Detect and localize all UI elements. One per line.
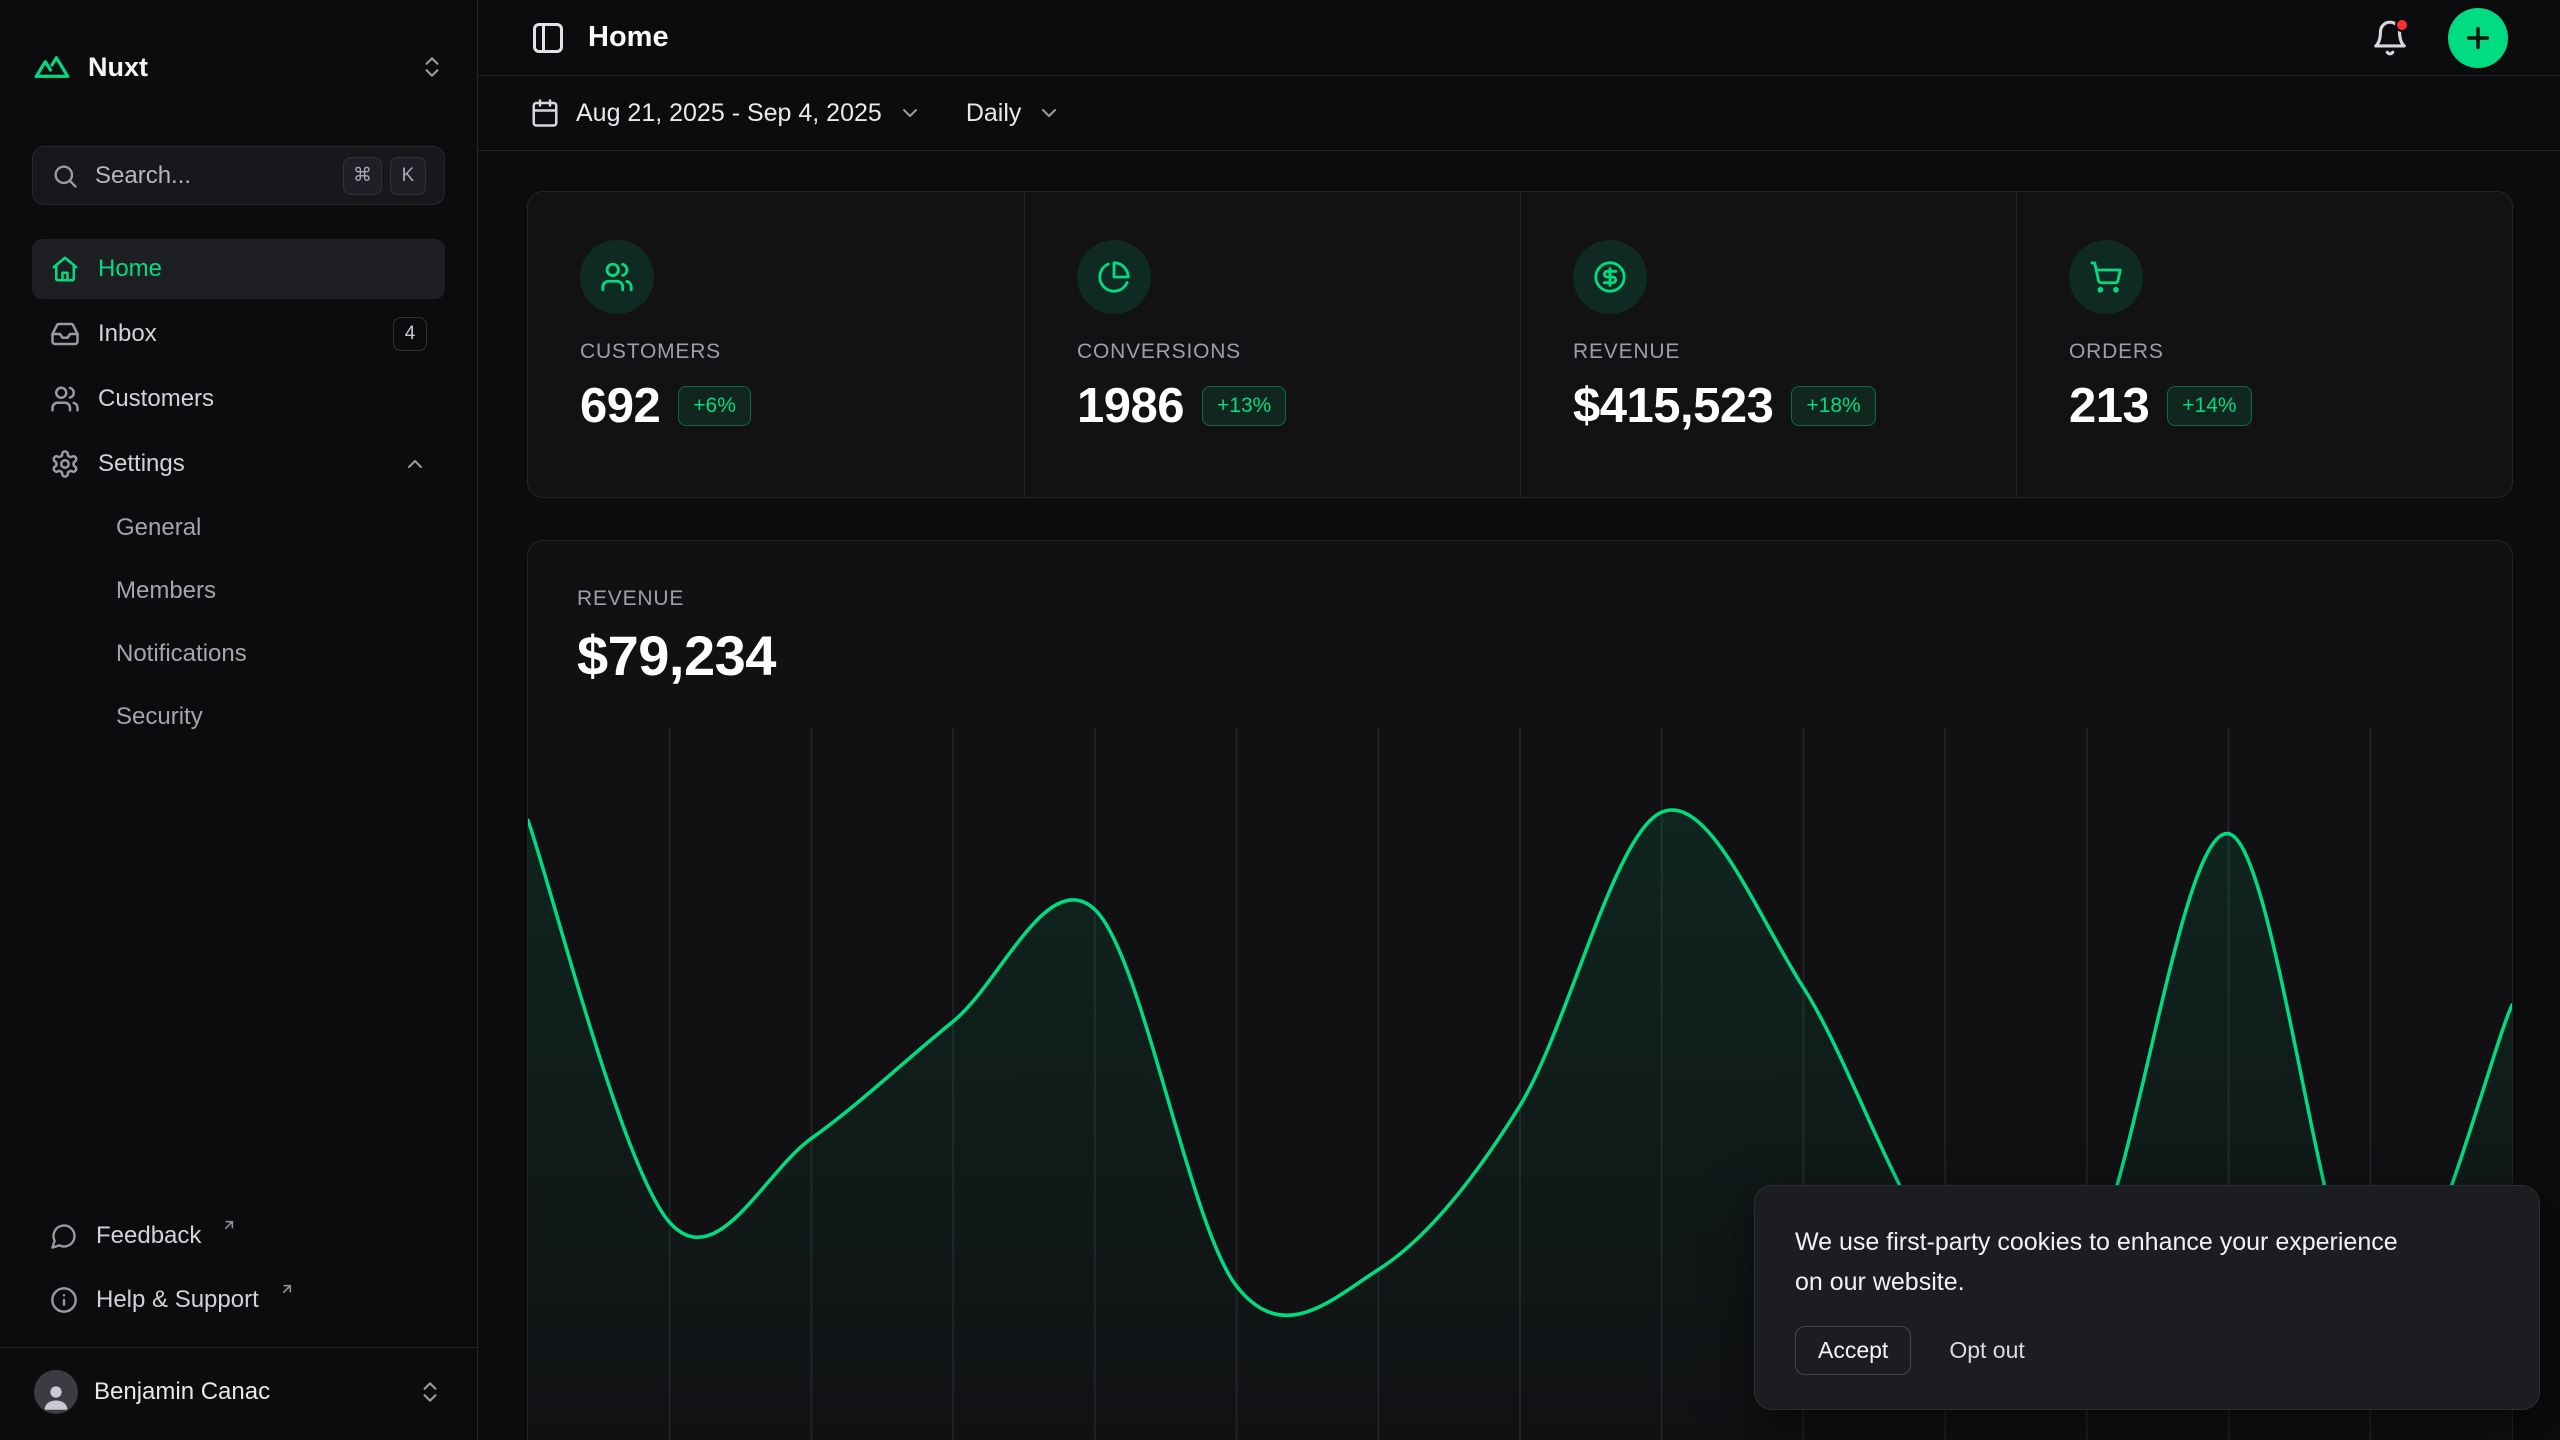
brand-name: Nuxt	[88, 52, 148, 83]
workspace-switcher[interactable]: Nuxt	[32, 38, 445, 96]
cookie-message: We use first-party cookies to enhance yo…	[1795, 1222, 2415, 1302]
notifications-button[interactable]	[2362, 10, 2418, 66]
cookie-banner: We use first-party cookies to enhance yo…	[1754, 1185, 2540, 1410]
sidebar-item-label: Settings	[98, 450, 385, 478]
stats-row: CUSTOMERS 692 +6% CONVERSIONS 1986 +13%	[527, 191, 2513, 498]
help-support-link[interactable]: Help & Support	[32, 1271, 445, 1329]
child-item-label: Notifications	[116, 640, 247, 668]
stat-value: $415,523	[1573, 378, 1773, 434]
stat-label: REVENUE	[1573, 340, 1964, 364]
home-icon	[50, 254, 80, 284]
inbox-count-badge: 4	[393, 317, 427, 351]
child-item-label: General	[116, 514, 201, 542]
plus-icon	[2462, 22, 2494, 54]
stat-delta-badge: +13%	[1202, 386, 1286, 426]
external-link-icon	[279, 1281, 295, 1297]
stat-delta-badge: +6%	[678, 386, 751, 426]
search-placeholder: Search...	[95, 162, 327, 190]
stat-label: CONVERSIONS	[1077, 340, 1468, 364]
search-shortcut: ⌘ K	[343, 157, 426, 195]
calendar-icon	[530, 98, 560, 128]
dashboard-panel-icon[interactable]	[530, 20, 566, 56]
external-link-icon	[221, 1217, 237, 1233]
sidebar-item-home[interactable]: Home	[32, 239, 445, 299]
users-icon	[580, 240, 654, 314]
sidebar-nav: Home Inbox 4 Customers Settings	[32, 239, 445, 746]
stat-value: 213	[2069, 378, 2149, 434]
pie-chart-icon	[1077, 240, 1151, 314]
chevrons-up-down-icon	[419, 54, 445, 80]
sidebar-item-security[interactable]: Security	[98, 688, 445, 746]
stat-value: 1986	[1077, 378, 1184, 434]
add-button[interactable]	[2448, 8, 2508, 68]
interval-select[interactable]: Daily	[966, 99, 1062, 128]
stat-conversions[interactable]: CONVERSIONS 1986 +13%	[1024, 192, 1520, 497]
accept-cookies-button[interactable]: Accept	[1795, 1326, 1911, 1375]
filters-toolbar: Aug 21, 2025 - Sep 4, 2025 Daily	[478, 76, 2560, 151]
feedback-label: Feedback	[96, 1222, 201, 1250]
notification-dot	[2395, 18, 2409, 32]
sidebar-item-customers[interactable]: Customers	[32, 369, 445, 429]
child-item-label: Security	[116, 703, 203, 731]
chevron-down-icon	[898, 101, 922, 125]
message-bubble-icon	[50, 1222, 78, 1250]
info-circle-icon	[50, 1286, 78, 1314]
users-icon	[50, 384, 80, 414]
kbd-k: K	[390, 157, 426, 195]
avatar	[34, 1370, 78, 1414]
stat-revenue[interactable]: REVENUE $415,523 +18%	[1520, 192, 2016, 497]
feedback-link[interactable]: Feedback	[32, 1207, 445, 1265]
sidebar-item-members[interactable]: Members	[98, 562, 445, 620]
stat-label: ORDERS	[2069, 340, 2460, 364]
page-header: Home	[478, 0, 2560, 76]
chevron-up-icon	[403, 452, 427, 476]
sidebar-item-inbox[interactable]: Inbox 4	[32, 304, 445, 364]
kbd-meta: ⌘	[343, 157, 382, 195]
search-input[interactable]: Search... ⌘ K	[32, 146, 445, 205]
user-menu[interactable]: Benjamin Canac	[20, 1358, 457, 1426]
revenue-chart-label: REVENUE	[577, 587, 2463, 611]
stat-customers[interactable]: CUSTOMERS 692 +6%	[528, 192, 1024, 497]
sidebar-footer-links: Feedback Help & Support	[32, 1207, 445, 1329]
sidebar: Nuxt Search... ⌘ K Home	[0, 0, 478, 1440]
date-range-picker[interactable]: Aug 21, 2025 - Sep 4, 2025	[530, 98, 922, 128]
sidebar-item-notifications[interactable]: Notifications	[98, 625, 445, 683]
nuxt-logo-icon	[32, 47, 72, 87]
dollar-circle-icon	[1573, 240, 1647, 314]
opt-out-button[interactable]: Opt out	[1949, 1337, 2024, 1364]
search-icon	[51, 162, 79, 190]
interval-value: Daily	[966, 99, 1022, 128]
page-title: Home	[588, 21, 669, 54]
sidebar-item-label: Inbox	[98, 320, 375, 348]
sidebar-item-settings[interactable]: Settings	[32, 434, 445, 494]
stat-label: CUSTOMERS	[580, 340, 972, 364]
sidebar-item-general[interactable]: General	[98, 499, 445, 557]
user-name: Benjamin Canac	[94, 1378, 401, 1406]
inbox-icon	[50, 319, 80, 349]
stat-orders[interactable]: ORDERS 213 +14%	[2016, 192, 2512, 497]
sidebar-spacer	[0, 746, 477, 1207]
gear-icon	[50, 449, 80, 479]
chevron-down-icon	[1037, 101, 1061, 125]
stat-value: 692	[580, 378, 660, 434]
help-support-label: Help & Support	[96, 1286, 259, 1314]
stat-delta-badge: +14%	[2167, 386, 2251, 426]
sidebar-item-label: Customers	[98, 385, 427, 413]
stat-delta-badge: +18%	[1791, 386, 1875, 426]
chevrons-up-down-icon	[417, 1379, 443, 1405]
revenue-chart-value: $79,234	[577, 623, 2463, 688]
sidebar-item-label: Home	[98, 255, 427, 283]
shopping-cart-icon	[2069, 240, 2143, 314]
sidebar-divider	[0, 1347, 477, 1348]
date-range-value: Aug 21, 2025 - Sep 4, 2025	[576, 99, 882, 128]
child-item-label: Members	[116, 577, 216, 605]
